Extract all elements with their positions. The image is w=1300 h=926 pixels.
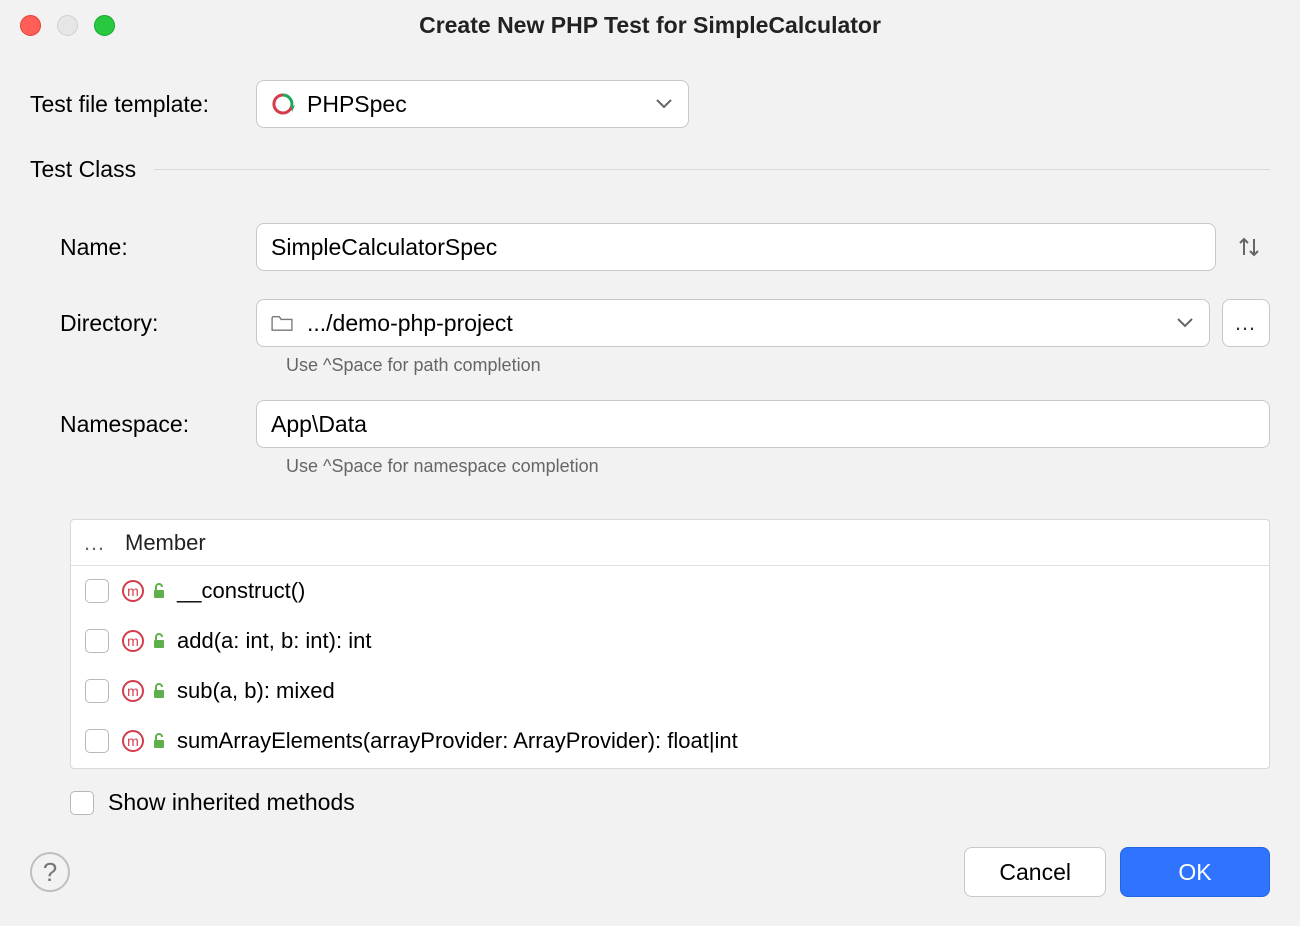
members-header: … Member [71,520,1269,566]
directory-label: Directory: [30,310,256,337]
namespace-label: Namespace: [30,411,256,438]
minimize-window-button[interactable] [57,15,78,36]
directory-hint: Use ^Space for path completion [286,355,1270,376]
lock-open-icon [151,583,167,599]
member-row[interactable]: m __construct() [71,566,1269,616]
directory-value: .../demo-php-project [307,310,513,337]
member-signature: sumArrayElements(arrayProvider: ArrayPro… [177,728,738,754]
cancel-button[interactable]: Cancel [964,847,1106,897]
template-label: Test file template: [30,91,256,118]
method-icon: m [121,629,145,653]
member-checkbox[interactable] [85,629,109,653]
namespace-hint: Use ^Space for namespace completion [286,456,1270,477]
method-icon: m [121,679,145,703]
member-row[interactable]: m sub(a, b): mixed [71,666,1269,716]
dialog-window: Create New PHP Test for SimpleCalculator… [0,0,1300,926]
show-inherited-checkbox[interactable] [70,791,94,815]
dialog-footer: ? Cancel OK [0,838,1300,926]
svg-text:m: m [127,633,139,649]
template-value: PHPSpec [307,91,407,118]
directory-dropdown[interactable]: .../demo-php-project [256,299,1210,347]
member-signature: sub(a, b): mixed [177,678,335,704]
sort-arrows-icon [1236,234,1262,260]
svg-text:m: m [127,583,139,599]
titlebar: Create New PHP Test for SimpleCalculator [0,0,1300,50]
member-row[interactable]: m add(a: int, b: int): int [71,616,1269,666]
lock-open-icon [151,683,167,699]
name-label: Name: [30,234,256,261]
method-icon: m [121,579,145,603]
help-button[interactable]: ? [30,852,70,892]
method-icon: m [121,729,145,753]
member-signature: __construct() [177,578,305,604]
namespace-input[interactable] [256,400,1270,448]
section-header: Test Class [30,156,1270,183]
section-legend: Test Class [30,156,136,183]
folder-icon [271,314,293,332]
header-col-blank: … [71,530,117,556]
template-dropdown[interactable]: PHPSpec [256,80,689,128]
chevron-down-icon [656,99,672,109]
phpspec-icon [271,92,295,116]
browse-directory-button[interactable]: … [1222,299,1270,347]
name-input[interactable] [256,223,1216,271]
header-col-member: Member [117,530,206,556]
members-table: … Member m__construct()madd(a: int, b: i… [70,519,1270,769]
window-title: Create New PHP Test for SimpleCalculator [0,12,1300,39]
section-divider [154,169,1270,170]
close-window-button[interactable] [20,15,41,36]
member-row[interactable]: m sumArrayElements(arrayProvider: ArrayPr… [71,716,1269,766]
maximize-window-button[interactable] [94,15,115,36]
chevron-down-icon [1177,318,1193,328]
svg-text:m: m [127,733,139,749]
ok-button[interactable]: OK [1120,847,1270,897]
member-checkbox[interactable] [85,729,109,753]
traffic-lights [20,15,115,36]
dialog-content: Test file template: PHPSpec Test Class N… [0,50,1300,838]
lock-open-icon [151,733,167,749]
sort-toggle-button[interactable] [1228,226,1270,268]
svg-text:m: m [127,683,139,699]
member-checkbox[interactable] [85,579,109,603]
member-checkbox[interactable] [85,679,109,703]
member-signature: add(a: int, b: int): int [177,628,371,654]
show-inherited-label: Show inherited methods [108,789,355,816]
lock-open-icon [151,633,167,649]
